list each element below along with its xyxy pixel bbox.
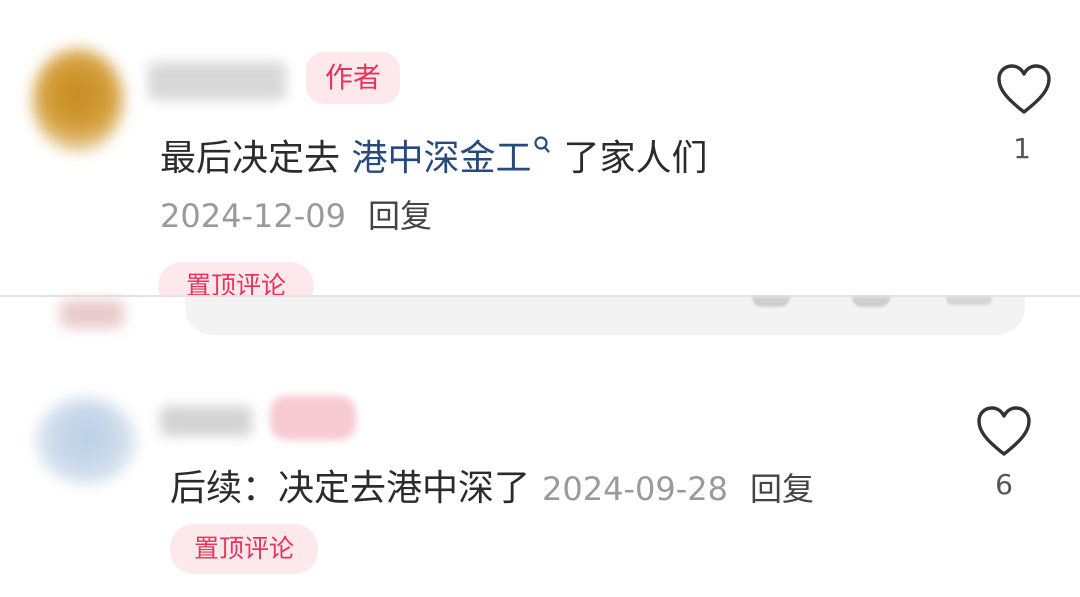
heart-outline-icon bbox=[977, 406, 1031, 456]
username-blurred[interactable] bbox=[160, 406, 252, 436]
badge-blurred bbox=[270, 396, 356, 440]
reply-avatar-blurred bbox=[60, 300, 124, 328]
collapsed-reply-area bbox=[185, 297, 1025, 335]
comment-date: 2024-12-09 bbox=[160, 197, 346, 235]
topic-link[interactable]: 港中深金工 bbox=[351, 138, 531, 179]
reply-icon-blurred bbox=[946, 297, 992, 305]
comment-meta: 2024-12-09 回复 bbox=[160, 194, 432, 238]
comment-text-before: 最后决定去 bbox=[160, 138, 352, 179]
username-blurred[interactable] bbox=[148, 62, 286, 100]
reply-icon-blurred bbox=[852, 297, 890, 307]
pinned-badge: 置顶评论 bbox=[158, 262, 314, 296]
comment-text: 最后决定去 港中深金工 了家人们 bbox=[160, 126, 707, 184]
comment-meta: 2024-09-28 回复 bbox=[542, 470, 814, 508]
comment-text: 后续：决定去港中深了 2024-09-28 回复 bbox=[170, 464, 814, 514]
search-icon bbox=[533, 136, 551, 163]
like-button[interactable] bbox=[974, 404, 1034, 464]
comment-text-after: 了家人们 bbox=[563, 138, 708, 179]
pin-badge-clip: 置顶评论 bbox=[158, 262, 318, 296]
comment-text-body: 后续：决定去港中深了 bbox=[170, 468, 531, 509]
like-count: 1 bbox=[1013, 132, 1031, 165]
reply-button[interactable]: 回复 bbox=[368, 197, 432, 235]
reply-button[interactable]: 回复 bbox=[750, 470, 814, 508]
like-button[interactable] bbox=[994, 62, 1054, 122]
comment-date: 2024-09-28 bbox=[542, 470, 728, 508]
heart-outline-icon bbox=[997, 64, 1051, 114]
avatar[interactable] bbox=[36, 398, 136, 484]
reply-icon-blurred bbox=[752, 297, 790, 307]
avatar[interactable] bbox=[32, 48, 124, 152]
author-badge: 作者 bbox=[306, 52, 400, 104]
like-count: 6 bbox=[995, 468, 1013, 501]
pinned-badge: 置顶评论 bbox=[170, 524, 318, 574]
